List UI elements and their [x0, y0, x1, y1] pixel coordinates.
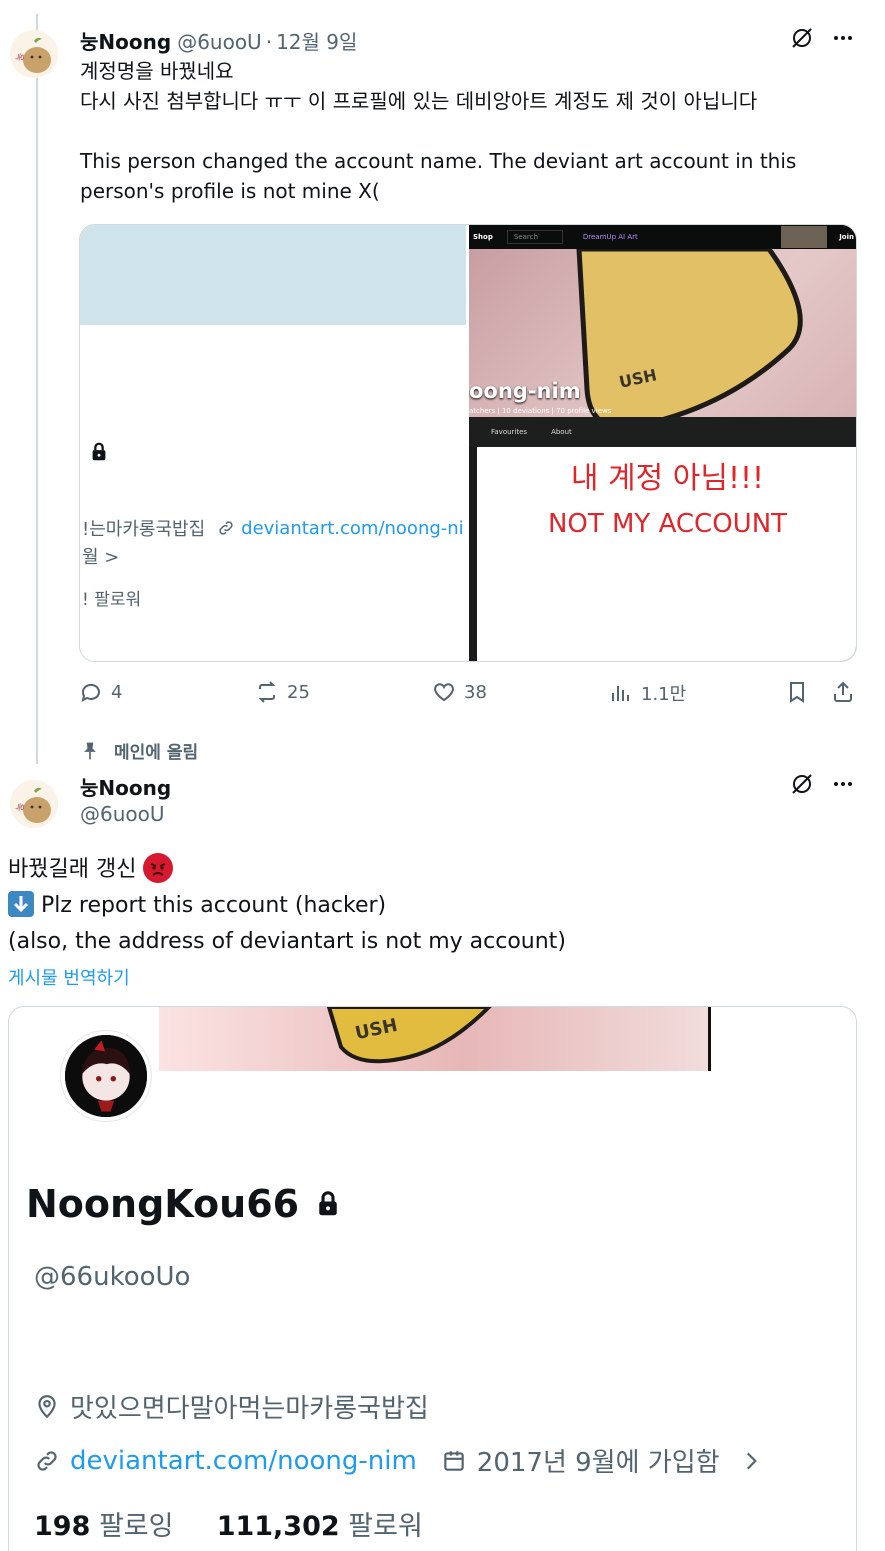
bookmark-button[interactable] [785, 680, 809, 704]
overlay-text-en: NOT MY ACCOUNT [547, 509, 788, 539]
link-fragment: deviantart.com/noong-ni [241, 517, 464, 539]
da-profile-stats: atchers | 10 deviations | 70 profile vie… [469, 407, 612, 415]
reply-button[interactable]: 4 [79, 680, 122, 704]
media-image-left[interactable]: !는마카롱국밥집 deviantart.com/noong-ni 월 > ! 팔… [80, 225, 469, 661]
link-icon [219, 521, 233, 535]
profile-stats: 198 팔로잉 111,302 팔로워 [34, 1504, 423, 1543]
card-banner: USH [159, 1007, 709, 1071]
avatar[interactable]: 눙 [10, 780, 58, 828]
separator: · [265, 30, 273, 54]
pin-icon [84, 742, 96, 759]
angry-emoji-icon [143, 853, 174, 883]
more-icon[interactable] [828, 769, 858, 799]
display-name[interactable]: 눙Noong [80, 772, 171, 801]
joined-fragment: 월 > [82, 547, 120, 568]
nav-dreamup: DreamUp AI Art [582, 233, 638, 241]
view-count: 1.1만 [641, 684, 687, 705]
link-icon [37, 1450, 57, 1471]
user-handle[interactable]: @6uooU [177, 30, 262, 54]
tweet-body: 바꿨길래 갱신 Plz report this account (hacker)… [8, 852, 566, 960]
profile-link-row: deviantart.com/noong-nim 2017년 9월에 가입함 [34, 1442, 764, 1479]
calendar-icon [444, 1450, 464, 1471]
tweet-date[interactable]: 12월 9일 [276, 26, 357, 55]
pinned-indicator: 메인에 올림 [80, 738, 198, 763]
grok-icon[interactable] [787, 23, 817, 53]
share-button[interactable] [831, 680, 855, 704]
nav-shop: Shop [473, 233, 493, 241]
display-name[interactable]: 눙Noong [80, 26, 171, 55]
down-arrow-icon [8, 891, 34, 917]
avatar[interactable]: 눙 [10, 30, 58, 78]
followers-label: 팔로워 [348, 1511, 423, 1542]
banner-art [326, 1007, 492, 1064]
share-icon [834, 681, 852, 702]
views-button[interactable]: 1.1만 [609, 680, 686, 706]
reply-icon [81, 683, 100, 702]
deviantart-nav: Shop Search DreamUp AI Art Join [469, 225, 856, 249]
profile-name-row: NoongKou66 [26, 1182, 343, 1226]
more-icon[interactable] [828, 23, 858, 53]
like-count: 38 [464, 681, 487, 703]
translate-link[interactable]: 게시물 번역하기 [8, 964, 130, 990]
profile-banner [80, 225, 466, 325]
location-text: 맛있으면다말아먹는마카롱국밥집 [70, 1394, 429, 1424]
nav-search: Search [506, 230, 563, 244]
profile-name: NoongKou66 [26, 1182, 300, 1226]
tweet-media[interactable]: !는마카롱국밥집 deviantart.com/noong-ni 월 > ! 팔… [79, 224, 857, 662]
profile-link: deviantart.com/noong-nim [70, 1445, 417, 1476]
followers-fragment: ! 팔로워 [82, 590, 142, 610]
tweet-line-2: Plz report this account (hacker) [41, 893, 387, 918]
chevron-right-icon [746, 1452, 757, 1469]
tab-about: About [551, 428, 572, 436]
da-profile-name: oong-nim [469, 379, 581, 403]
media-image-right[interactable]: Shop Search DreamUp AI Art Join USH oong… [469, 225, 856, 661]
pinned-label: 메인에 올림 [114, 743, 199, 763]
banner-divider [708, 1007, 711, 1071]
location-fragment: !는마카롱국밥집 [82, 519, 206, 540]
deviantart-tabs: Favourites About [469, 417, 856, 447]
tweet-line-3: (also, the address of deviantart is not … [8, 929, 566, 954]
followers-count: 111,302 [216, 1511, 340, 1542]
joined-date: 2017년 9월에 가입함 [476, 1448, 720, 1478]
profile-handle: @66ukooUo [34, 1262, 191, 1292]
nav-avatar [781, 226, 827, 248]
overlay-panel: 내 계정 아님!!! NOT MY ACCOUNT [477, 447, 856, 661]
retweet-button[interactable]: 25 [255, 680, 310, 704]
lock-icon [88, 441, 110, 463]
following-label: 팔로잉 [98, 1511, 174, 1542]
thread-line [36, 14, 38, 764]
tweet-line-1: 바꿨길래 갱신 [8, 857, 137, 882]
user-handle[interactable]: @6uooU [80, 802, 165, 826]
grok-icon[interactable] [787, 769, 817, 799]
retweet-count: 25 [287, 681, 310, 703]
views-icon [612, 686, 629, 701]
following-count: 198 [34, 1511, 91, 1542]
retweet-icon [258, 681, 276, 703]
tweet-text: 계정명을 바꿨네요 다시 사진 첨부합니다 ㅠㅜ 이 프로필에 있는 데비앙아트… [80, 59, 797, 203]
like-button[interactable]: 38 [432, 680, 487, 704]
profile-location: 맛있으면다말아먹는마카롱국밥집 [34, 1388, 429, 1425]
tweet-header: 눙Noong @6uooU · 12월 9일 [80, 26, 357, 55]
lock-icon [319, 1191, 337, 1216]
overlay-text-ko: 내 계정 아님!!! [570, 461, 765, 496]
tab-favourites: Favourites [491, 428, 528, 436]
profile-picture [61, 1031, 151, 1121]
heart-icon [434, 683, 454, 702]
deviantart-banner: USH oong-nim atchers | 10 deviations | 7… [469, 249, 856, 417]
tweet-actions: 4 25 38 1.1만 [79, 680, 857, 714]
bookmark-icon [790, 682, 804, 703]
nav-join: Join [839, 233, 854, 241]
location-pin-icon [38, 1394, 56, 1418]
reply-count: 4 [111, 681, 123, 703]
